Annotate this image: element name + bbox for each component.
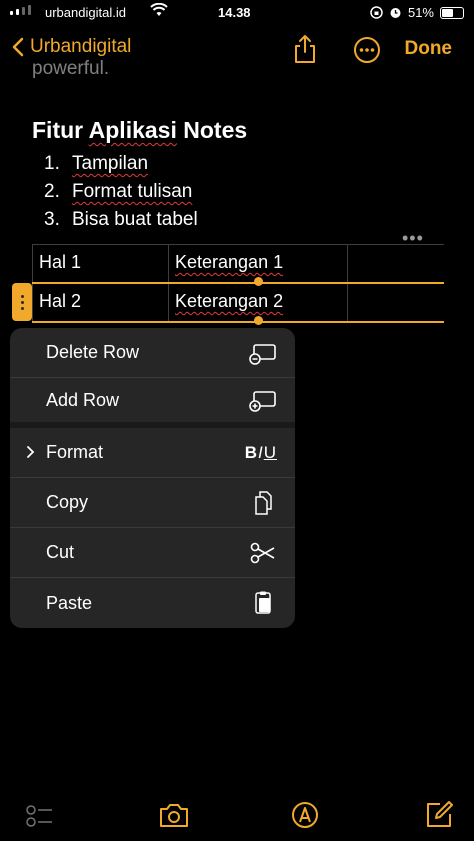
clock: 14.38 <box>218 5 251 20</box>
menu-item-delete-row[interactable]: Delete Row <box>10 328 295 378</box>
battery-icon <box>440 6 464 19</box>
context-menu: Delete Row Add Row Format BIU Copy Cut P… <box>10 328 295 628</box>
list-item: 1. Tampilan <box>44 150 198 178</box>
wifi-icon <box>150 3 168 16</box>
note-table: Hal 1 Keterangan 1 Hal 2 Keterangan 2 <box>32 244 444 323</box>
table-cell-text: Keterangan 2 <box>175 291 284 311</box>
chevron-right-icon <box>27 446 35 458</box>
checklist-icon[interactable] <box>24 800 54 830</box>
rotation-lock-icon <box>370 6 383 19</box>
numbered-list[interactable]: 1. Tampilan 2. Format tulisan 3. Bisa buat … <box>44 150 198 234</box>
heading-part: Notes <box>176 117 248 143</box>
note-heading[interactable]: Fitur Aplikasi Notes <box>32 117 247 144</box>
menu-item-copy[interactable]: Copy <box>10 478 295 528</box>
battery-percent: 51% <box>407 5 434 20</box>
share-icon[interactable] <box>292 34 318 64</box>
row-drag-handle[interactable] <box>12 283 32 321</box>
carrier-name: urbandigital.id <box>45 5 126 20</box>
menu-item-paste[interactable]: Paste <box>10 578 295 628</box>
menu-item-label: Format <box>46 442 104 462</box>
menu-item-cut[interactable]: Cut <box>10 528 295 578</box>
table-cell[interactable]: Hal 1 <box>32 245 169 282</box>
underline-glyph: U <box>263 442 277 462</box>
delete-row-icon <box>249 343 276 365</box>
alarm-icon <box>390 8 401 18</box>
heading-part: Fitur <box>32 117 89 143</box>
bold-glyph: B <box>244 442 258 462</box>
markup-icon[interactable] <box>290 800 320 830</box>
list-number: 3. <box>44 209 60 230</box>
list-number: 2. <box>44 181 60 202</box>
chevron-left-icon <box>12 37 24 57</box>
list-item-text: Bisa buat tabel <box>72 209 198 230</box>
menu-item-format[interactable]: Format BIU <box>10 428 295 478</box>
list-item-text: Tampilan <box>72 153 149 174</box>
back-label: Urbandigital <box>30 36 132 57</box>
list-item: 2. Format tulisan <box>44 178 198 206</box>
scissors-icon <box>250 542 275 563</box>
list-number: 1. <box>44 153 60 174</box>
done-button[interactable]: Done <box>405 38 453 60</box>
list-item: 3. Bisa buat tabel <box>44 206 198 234</box>
table-cell-text: Keterangan 1 <box>175 252 284 272</box>
camera-icon[interactable] <box>158 800 190 830</box>
add-row-icon <box>249 391 276 412</box>
table-cell[interactable]: Hal 2 <box>32 284 169 321</box>
more-options-icon[interactable] <box>353 36 381 64</box>
table-row[interactable]: Hal 1 Keterangan 1 <box>32 244 444 282</box>
bottom-toolbar <box>0 796 474 836</box>
list-item-text: Format tulisan <box>72 181 193 202</box>
menu-item-label: Copy <box>46 492 89 512</box>
copy-icon <box>255 490 272 515</box>
menu-item-add-row[interactable]: Add Row <box>10 378 295 428</box>
menu-item-label: Delete Row <box>46 342 140 362</box>
signal-icon <box>10 5 31 15</box>
text-format-icon: BIU <box>245 443 277 463</box>
menu-item-label: Cut <box>46 542 75 562</box>
menu-item-label: Add Row <box>46 389 120 410</box>
table-cell[interactable] <box>348 284 444 321</box>
selection-knob-top[interactable] <box>254 277 263 286</box>
note-previous-text: powerful. <box>32 58 110 79</box>
status-bar: urbandigital.id 14.38 51% <box>0 0 474 24</box>
table-cell[interactable] <box>348 245 444 282</box>
table-row-selected[interactable]: Hal 2 Keterangan 2 <box>32 282 444 323</box>
menu-item-label: Paste <box>46 592 93 613</box>
paste-icon <box>255 591 271 614</box>
heading-misspelled-word: Aplikasi <box>88 117 177 143</box>
selection-knob-bottom[interactable] <box>254 316 263 325</box>
compose-icon[interactable] <box>424 800 454 830</box>
back-button[interactable]: Urbandigital <box>12 36 131 58</box>
